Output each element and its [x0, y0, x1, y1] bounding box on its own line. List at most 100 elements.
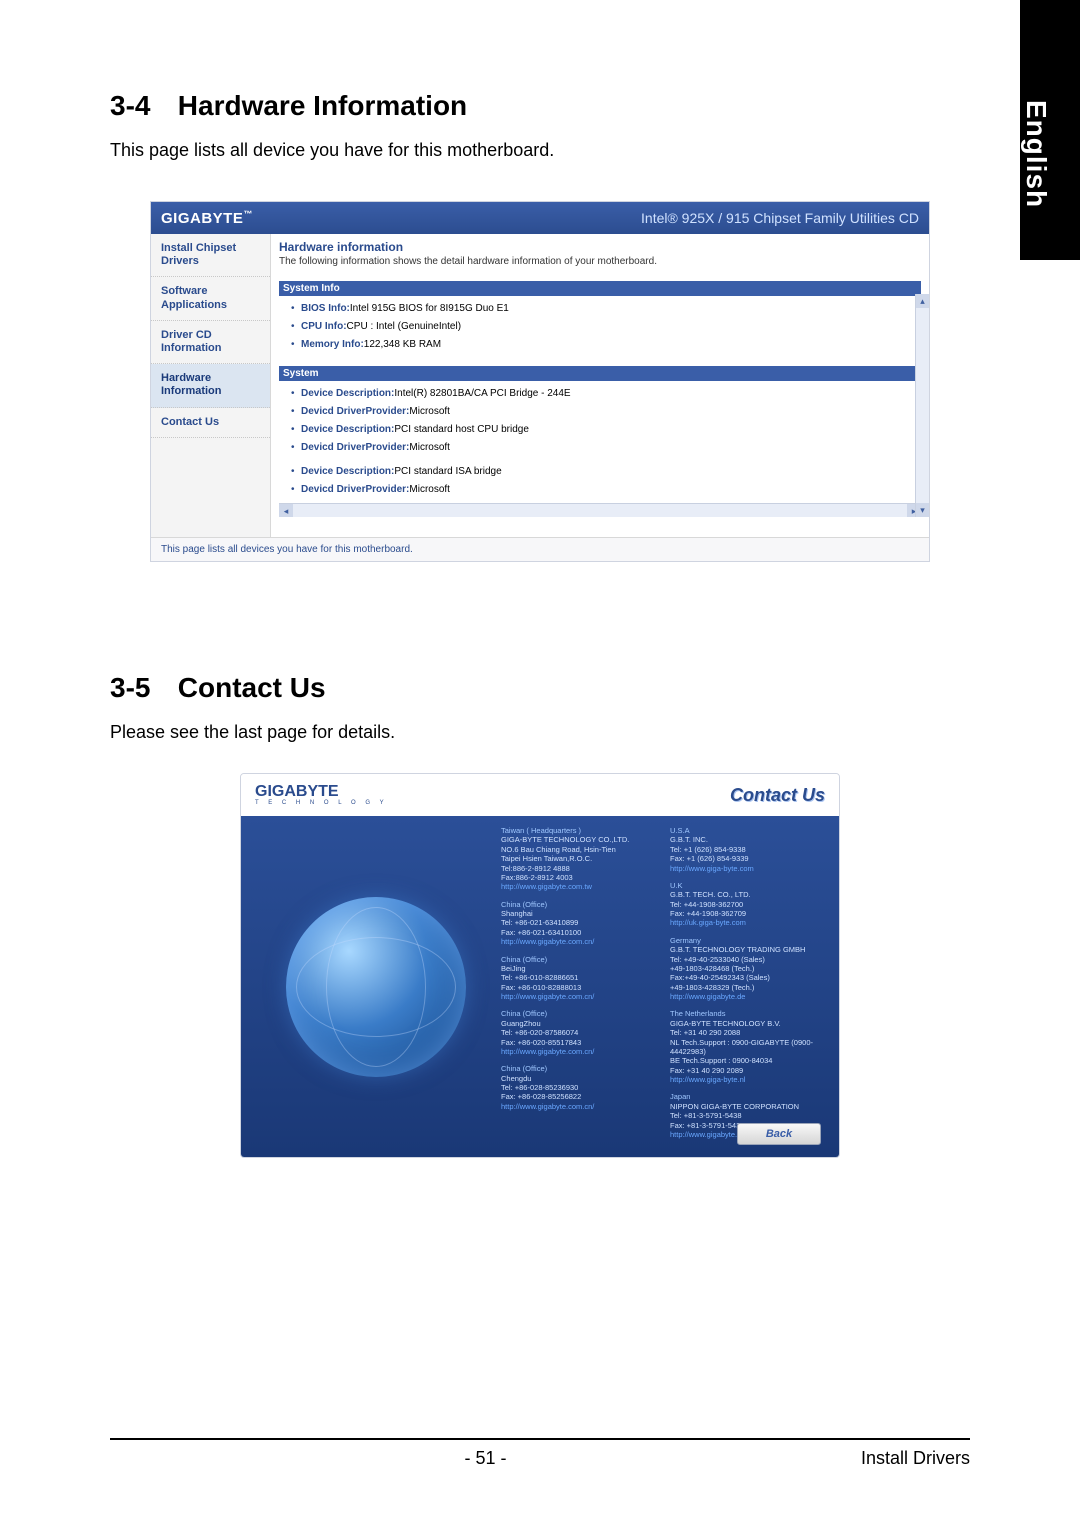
shot1-main: Hardware information The following infor…: [271, 234, 929, 537]
shot1-header-title: Intel® 925X / 915 Chipset Family Utiliti…: [641, 210, 919, 226]
section-3-5-heading: 3-5 Contact Us: [110, 672, 970, 704]
contact-block: China (Office)ShanghaiTel: +86-021-63410…: [501, 900, 660, 947]
contact-url: http://www.gigabyte.com.cn/: [501, 937, 660, 946]
contact-column-right: U.S.AG.B.T. INC.Tel: +1 (626) 854-9338Fa…: [670, 826, 829, 1147]
section-3-5-number: 3-5: [110, 672, 170, 704]
list-item: BIOS Info:Intel 915G BIOS for 8I915G Duo…: [291, 300, 921, 318]
shot2-header: GIGABYTE T E C H N O L O G Y Contact Us: [241, 774, 839, 816]
contact-url: http://uk.giga-byte.com: [670, 918, 829, 927]
contact-block: China (Office)GuangZhouTel: +86-020-8758…: [501, 1009, 660, 1056]
contact-line: NIPPON GIGA-BYTE CORPORATION: [670, 1102, 829, 1111]
shot1-body: Install Chipset Drivers Software Applica…: [151, 234, 929, 537]
contact-line: Fax:886-2-8912 4003: [501, 873, 660, 882]
contact-block: U.S.AG.B.T. INC.Tel: +1 (626) 854-9338Fa…: [670, 826, 829, 873]
contact-line: Tel: +31 40 290 2088: [670, 1028, 829, 1037]
nav-install-chipset-drivers[interactable]: Install Chipset Drivers: [151, 234, 270, 277]
contact-url: http://www.giga-byte.com: [670, 864, 829, 873]
shot1-header: GIGABYTE™ Intel® 925X / 915 Chipset Fami…: [151, 202, 929, 234]
shot1-main-heading: Hardware information: [279, 240, 921, 254]
contact-line: GIGA-BYTE TECHNOLOGY B.V.: [670, 1019, 829, 1028]
language-tab-text: English: [1020, 0, 1066, 208]
contact-line: Tel:886-2-8912 4888: [501, 864, 660, 873]
contact-line: Fax: +44-1908-362709: [670, 909, 829, 918]
section-3-5-desc: Please see the last page for details.: [110, 722, 970, 743]
contact-line: Taipei Hsien Taiwan,R.O.C.: [501, 854, 660, 863]
contact-line: G.B.T. TECH. CO., LTD.: [670, 890, 829, 899]
group-system-info-title: System Info: [279, 281, 921, 296]
scroll-down-icon[interactable]: ▾: [916, 503, 929, 517]
list-item: Memory Info:122,348 KB RAM: [291, 336, 921, 354]
contact-line: +49-1803-428329 (Tech.): [670, 983, 829, 992]
list-item: Devicd DriverProvider:Microsoft: [291, 481, 921, 499]
nav-driver-cd-information[interactable]: Driver CD Information: [151, 321, 270, 364]
contact-line: Tel: +86-028-85236930: [501, 1083, 660, 1092]
contact-block: The NetherlandsGIGA-BYTE TECHNOLOGY B.V.…: [670, 1009, 829, 1084]
contact-region: China (Office): [501, 1009, 660, 1018]
contact-line: Fax: +31 40 290 2089: [670, 1066, 829, 1075]
contact-line: Tel: +86-020-87586074: [501, 1028, 660, 1037]
contact-column-left: Taiwan ( Headquarters )GIGA-BYTE TECHNOL…: [501, 826, 660, 1147]
contact-line: G.B.T. TECHNOLOGY TRADING GMBH: [670, 945, 829, 954]
nav-hardware-information[interactable]: Hardware Information: [151, 364, 270, 407]
contact-line: Tel: +44-1908-362700: [670, 900, 829, 909]
contact-url: http://www.gigabyte.com.cn/: [501, 1047, 660, 1056]
section-3-4-heading: 3-4 Hardware Information: [110, 90, 970, 122]
contact-region: China (Office): [501, 955, 660, 964]
contact-region: China (Office): [501, 1064, 660, 1073]
contact-line: Fax: +86-020-85517843: [501, 1038, 660, 1047]
contact-line: Tel: +86-010-82886651: [501, 973, 660, 982]
gigabyte-logo: GIGABYTE™: [161, 209, 253, 227]
contact-line: Fax: +1 (626) 854-9339: [670, 854, 829, 863]
list-item: Device Description:Intel(R) 82801BA/CA P…: [291, 385, 921, 403]
shot2-columns: Taiwan ( Headquarters )GIGA-BYTE TECHNOL…: [501, 826, 829, 1147]
contact-region: Germany: [670, 936, 829, 945]
contact-region: Japan: [670, 1092, 829, 1101]
contact-line: Fax: +86-010-82888013: [501, 983, 660, 992]
contact-line: Fax: +86-021-63410100: [501, 928, 660, 937]
list-item: Devicd DriverProvider:Microsoft: [291, 439, 921, 457]
contact-url: http://www.gigabyte.de: [670, 992, 829, 1001]
nav-contact-us[interactable]: Contact Us: [151, 408, 270, 438]
contact-url: http://www.gigabyte.com.tw: [501, 882, 660, 891]
shot2-body: Taiwan ( Headquarters )GIGA-BYTE TECHNOL…: [241, 816, 839, 1157]
contact-line: Chengdu: [501, 1074, 660, 1083]
contact-region: China (Office): [501, 900, 660, 909]
scroll-left-icon[interactable]: ◂: [279, 504, 293, 517]
page-footer: - 51 - Install Drivers: [110, 1438, 970, 1469]
contact-line: Shanghai: [501, 909, 660, 918]
contact-line: GuangZhou: [501, 1019, 660, 1028]
nav-software-applications[interactable]: Software Applications: [151, 277, 270, 320]
section-3-4-number: 3-4: [110, 90, 170, 122]
contact-line: GIGA-BYTE TECHNOLOGY CO.,LTD.: [501, 835, 660, 844]
contact-line: Tel: +1 (626) 854-9338: [670, 845, 829, 854]
section-3-5-title: Contact Us: [178, 672, 326, 703]
contact-block: GermanyG.B.T. TECHNOLOGY TRADING GMBHTel…: [670, 936, 829, 1002]
scroll-up-icon[interactable]: ▴: [916, 294, 929, 308]
contact-url: http://www.gigabyte.com.cn/: [501, 1102, 660, 1111]
shot1-main-sub: The following information shows the deta…: [279, 256, 921, 267]
gigabyte-tech-logo: GIGABYTE T E C H N O L O G Y: [255, 784, 388, 806]
contact-block: U.KG.B.T. TECH. CO., LTD.Tel: +44-1908-3…: [670, 881, 829, 928]
list-item: Device Description:PCI standard host CPU…: [291, 421, 921, 439]
contact-line: Fax: +86-028-85256822: [501, 1092, 660, 1101]
contact-line: BeiJing: [501, 964, 660, 973]
contact-line: Fax:+49-40-25492343 (Sales): [670, 973, 829, 982]
group-system-title: System: [279, 366, 921, 381]
contact-us-screenshot: GIGABYTE T E C H N O L O G Y Contact Us …: [240, 773, 840, 1158]
contact-line: NL Tech.Support : 0900-GIGABYTE (0900-44…: [670, 1038, 829, 1057]
contact-block: China (Office)ChengduTel: +86-028-852369…: [501, 1064, 660, 1111]
back-button[interactable]: Back: [737, 1123, 821, 1145]
horizontal-scrollbar[interactable]: ◂ ▸: [279, 503, 921, 517]
contact-url: http://www.gigabyte.com.cn/: [501, 992, 660, 1001]
list-item: Device Description:PCI standard ISA brid…: [291, 463, 921, 481]
contact-url: http://www.giga-byte.nl: [670, 1075, 829, 1084]
contact-block: Taiwan ( Headquarters )GIGA-BYTE TECHNOL…: [501, 826, 660, 892]
vertical-scrollbar[interactable]: ▴ ▾: [915, 294, 929, 517]
list-item: CPU Info:CPU : Intel (GenuineIntel): [291, 318, 921, 336]
contact-region: The Netherlands: [670, 1009, 829, 1018]
contact-line: Tel: +86-021-63410899: [501, 918, 660, 927]
contact-line: BE Tech.Support : 0900-84034: [670, 1056, 829, 1065]
globe-graphic: [251, 826, 501, 1147]
list-item: Devicd DriverProvider:Microsoft: [291, 403, 921, 421]
shot2-header-title: Contact Us: [730, 785, 825, 806]
